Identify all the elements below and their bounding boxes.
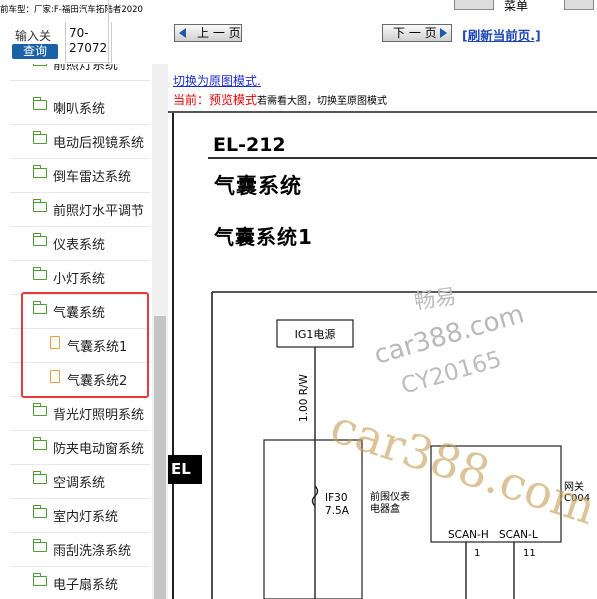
pin-scan-h: SCAN-H (448, 529, 489, 541)
folder-icon (32, 403, 47, 416)
wire-label: 1.00 R/W (298, 373, 310, 422)
folder-icon (32, 131, 47, 144)
folder-icon (32, 505, 47, 518)
code-line-1: 70- (69, 26, 89, 40)
folder-icon (32, 437, 47, 450)
tree-item-anti-pinch[interactable]: 防夹电动窗系统 (10, 430, 150, 465)
wiring-diagram: IG1电源 1.00 R/W IF30 7.5A 前围仪表 电器盒 网关 C00… (211, 291, 597, 599)
tree-item-label: 小灯系统 (53, 272, 106, 287)
instrument-fuse-box (263, 439, 363, 599)
page-subtitle: 气囊系统1 (214, 225, 313, 249)
folder-icon (32, 573, 47, 586)
highlight-annotation-box (21, 292, 149, 398)
tree-item-horn[interactable]: 喇叭系统 (10, 90, 150, 125)
tree-item-label: 仪表系统 (53, 238, 106, 253)
folder-icon (32, 539, 47, 552)
tree-item-label: 前照灯系统 (53, 64, 119, 73)
toolbar-button[interactable] (564, 0, 594, 10)
power-label: IG1电源 (295, 327, 336, 341)
header-rule (208, 157, 597, 159)
tree-item-label: 前照灯水平调节 (53, 204, 145, 219)
tree-item-mirror[interactable]: 电动后视镜系统 (10, 124, 150, 159)
tree-item-ac[interactable]: 空调系统 (10, 464, 150, 499)
tree-item-radar[interactable]: 倒车雷达系统 (10, 158, 150, 193)
folder-icon (32, 471, 47, 484)
box-label-1: 前围仪表 (370, 490, 410, 503)
toolbar-button[interactable] (454, 0, 494, 10)
status-hint: 若需看大图，切换至原图模式 (257, 96, 388, 107)
tree-item-label: 喇叭系统 (53, 102, 106, 117)
tree-item-label: 空调系统 (53, 476, 106, 491)
pin-number-11: 11 (523, 548, 536, 559)
page-code: EL-212 (213, 134, 286, 156)
folder-icon (33, 64, 47, 66)
fuse-label: IF30 (325, 492, 348, 504)
page-title: 气囊系统 (214, 174, 302, 198)
code-input[interactable]: 70- 27072 (65, 22, 112, 63)
tree-item-label: 防夹电动窗系统 (53, 442, 145, 457)
next-page-label: 下 一 页 (393, 26, 437, 40)
gateway-label-2: C004 (564, 493, 590, 504)
gateway-box (430, 445, 562, 543)
gateway-label-1: 网关 (564, 480, 584, 493)
document-viewer: 菜单 上 一 页 下 一 页 [刷新当前页.] 切换为原图模式. 当前：预览模式… (168, 0, 597, 599)
section-tab: EL (168, 455, 202, 484)
search-label: 输入关 (15, 29, 52, 43)
pin-number-1: 1 (474, 548, 480, 559)
query-button[interactable]: 查询 (12, 44, 58, 59)
tree-item-instrument[interactable]: 仪表系统 (10, 226, 150, 261)
tree-item-label: 倒车雷达系统 (53, 170, 132, 185)
document-divider (168, 111, 597, 113)
status-line: 当前：预览模式若需看大图，切换至原图模式 (173, 91, 387, 108)
arrow-left-icon (179, 28, 186, 38)
tree-item-leveling[interactable]: 前照灯水平调节 (10, 192, 150, 227)
tree-item-wiper[interactable]: 雨刮洗涤系统 (10, 532, 150, 567)
code-line-2: 27072 (69, 41, 108, 55)
next-page-button[interactable]: 下 一 页 (382, 24, 452, 42)
tree-item-interior-lamp[interactable]: 室内灯系统 (10, 498, 150, 533)
tree-item-label: 电子扇系统 (53, 578, 119, 593)
tree-item-label: 背光灯照明系统 (53, 408, 145, 423)
folder-icon (32, 97, 47, 110)
prev-page-button[interactable]: 上 一 页 (174, 24, 242, 42)
status-mode: 当前：预览模式 (173, 93, 258, 107)
refresh-link[interactable]: [刷新当前页.] (462, 25, 541, 44)
pin-scan-l: SCAN-L (499, 529, 538, 541)
tree-item-label: 电动后视镜系统 (53, 136, 145, 151)
tree-item-fan[interactable]: 电子扇系统 (10, 566, 150, 599)
folder-icon (32, 199, 47, 212)
header-divider (108, 0, 109, 64)
folder-icon (32, 233, 47, 246)
tree-item-small-lamp[interactable]: 小灯系统 (10, 260, 150, 295)
prev-page-label: 上 一 页 (197, 26, 241, 40)
left-panel: 前车型：厂家:F-福田汽车拓陆者2020 输入关 查询 70- 27072 前照… (0, 0, 168, 599)
menu-button[interactable]: 菜单 (504, 0, 528, 14)
tree-item-backlight[interactable]: 背光灯照明系统 (10, 396, 150, 431)
box-label-2: 电器盒 (370, 502, 400, 515)
car-model-title: 前车型：厂家:F-福田汽车拓陆者2020 (0, 5, 143, 15)
tree-item-label: 室内灯系统 (53, 510, 119, 525)
tree-scrollbar-thumb[interactable] (154, 316, 166, 599)
folder-icon (32, 267, 47, 280)
arrow-right-icon (440, 28, 447, 38)
tree-item-headlight[interactable]: 前照灯系统 (10, 64, 150, 81)
tree-item-label: 雨刮洗涤系统 (53, 544, 132, 559)
switch-mode-link[interactable]: 切换为原图模式. (173, 72, 261, 89)
fuse-rating: 7.5A (325, 505, 350, 517)
folder-icon (32, 165, 47, 178)
